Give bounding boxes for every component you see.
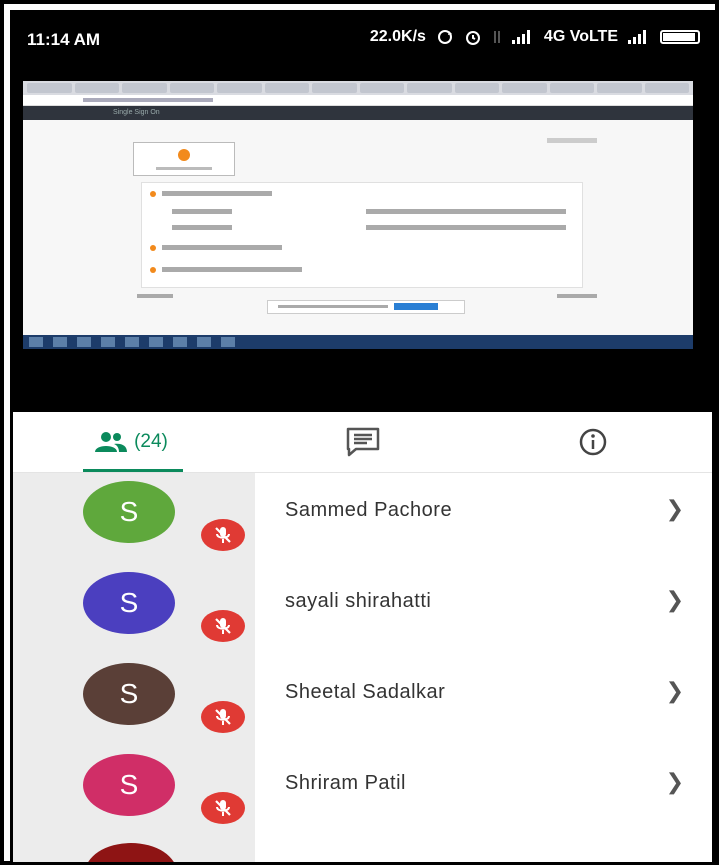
signal-icon xyxy=(511,30,534,44)
status-bar: 11:14 AM 22.0K/s 4G VoLTE xyxy=(13,13,712,67)
avatar: S xyxy=(83,663,175,725)
shared-screen[interactable]: Single Sign On xyxy=(13,67,712,412)
participant-count: (24) xyxy=(134,431,168,452)
phone-screen: 11:14 AM 22.0K/s 4G VoLTE Single Sign On xyxy=(10,10,715,865)
chevron-right-icon[interactable]: ❯ xyxy=(666,497,684,522)
participant-name: sayali shirahatti xyxy=(285,590,432,612)
chevron-right-icon[interactable]: ❯ xyxy=(666,588,684,613)
tab-people[interactable]: (24) xyxy=(75,412,187,472)
battery-icon xyxy=(660,30,700,44)
browser-tabs xyxy=(23,81,693,95)
shared-desktop: Single Sign On xyxy=(23,81,693,349)
avatar: S xyxy=(83,754,175,816)
tab-chat[interactable] xyxy=(323,412,403,472)
participant-name: Shriram Patil xyxy=(285,772,406,794)
info-icon xyxy=(579,428,607,456)
data-arrows-icon xyxy=(493,31,500,43)
avatar: S xyxy=(83,572,175,634)
tab-info[interactable] xyxy=(553,412,633,472)
sso-page-title: Single Sign On xyxy=(113,109,160,116)
participant-name: Sammed Pachore xyxy=(285,499,453,521)
meeting-tabs: (24) xyxy=(13,412,712,473)
windows-taskbar xyxy=(23,335,693,349)
muted-mic-icon xyxy=(201,519,245,551)
alarm-icon xyxy=(465,31,480,45)
account-card xyxy=(133,142,235,176)
sso-body xyxy=(23,120,693,335)
active-tab-indicator xyxy=(83,469,183,472)
network-speed: 22.0K/s xyxy=(369,28,426,45)
status-icons: 22.0K/s 4G VoLTE xyxy=(370,28,700,46)
status-time: 11:14 AM xyxy=(27,30,101,49)
sso-search xyxy=(547,138,597,143)
participant-row[interactable]: S Sammed Pachore ❯ xyxy=(13,473,712,565)
participant-row[interactable]: S Shriram Patil ❯ xyxy=(13,746,712,838)
account-list xyxy=(141,182,583,288)
sso-header: Single Sign On xyxy=(23,106,693,121)
chat-icon xyxy=(346,427,380,457)
network-type: 4G VoLTE xyxy=(543,28,618,45)
chevron-right-icon[interactable]: ❯ xyxy=(666,770,684,795)
muted-mic-icon xyxy=(201,610,245,642)
muted-mic-icon xyxy=(201,792,245,824)
browser-url-bar xyxy=(23,95,693,106)
participant-list: S Sammed Pachore ❯ Ssayali shirahatti ❯ S Shee… xyxy=(13,473,712,862)
avatar: S xyxy=(83,481,175,543)
people-icon xyxy=(95,432,128,452)
participant-name: Sheetal Sadalkar xyxy=(285,681,446,703)
chevron-right-icon[interactable]: ❯ xyxy=(666,679,684,704)
cookie-banner xyxy=(267,300,465,314)
muted-mic-icon xyxy=(201,701,245,733)
signal-icon xyxy=(628,30,650,44)
participant-row[interactable]: Ssayali shirahatti ❯ xyxy=(13,564,712,656)
outer-frame: 11:14 AM 22.0K/s 4G VoLTE Single Sign On xyxy=(0,0,719,865)
sync-icon xyxy=(437,30,452,44)
participant-row[interactable]: S Sheetal Sadalkar ❯ xyxy=(13,655,712,747)
